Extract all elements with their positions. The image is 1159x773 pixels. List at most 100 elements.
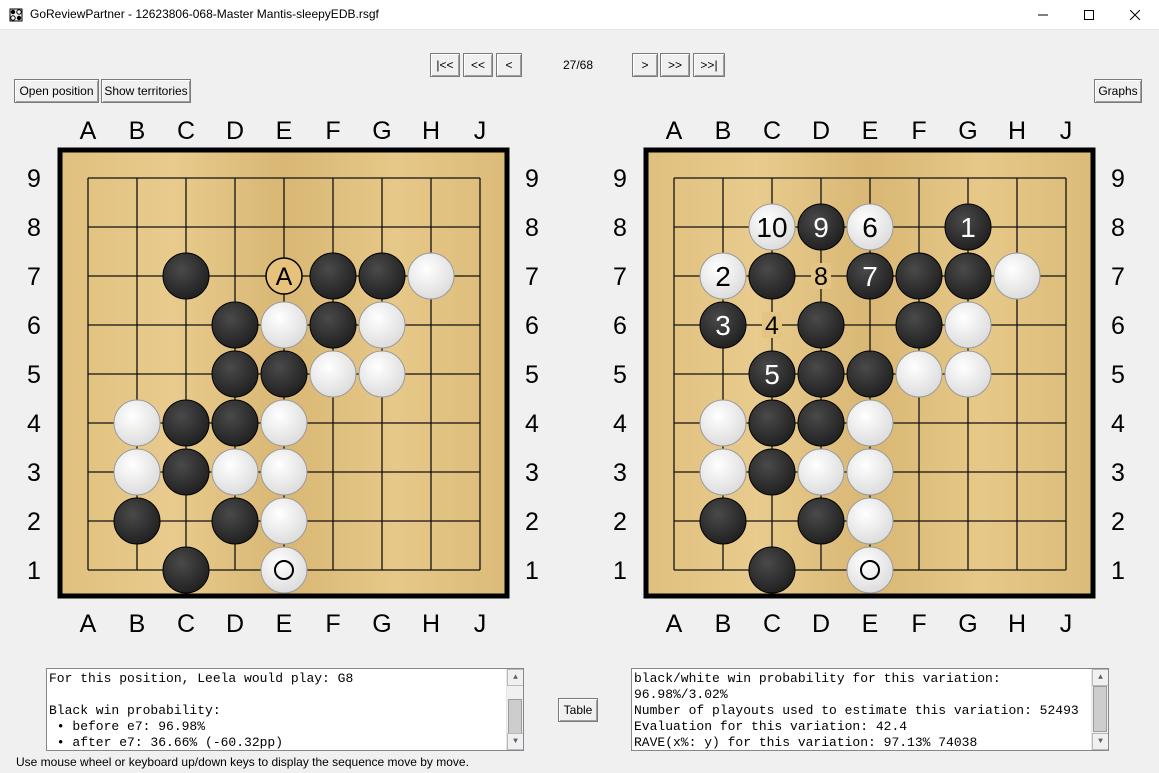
- column-label: D: [812, 117, 830, 145]
- column-label: A: [80, 117, 97, 145]
- row-label: 3: [27, 459, 41, 487]
- column-label: D: [226, 610, 244, 638]
- column-label: A: [666, 117, 683, 145]
- graphs-button[interactable]: Graphs: [1094, 79, 1142, 103]
- show-territories-button[interactable]: Show territories: [101, 79, 191, 103]
- white-stone: [260, 448, 308, 496]
- close-button[interactable]: [1112, 0, 1158, 30]
- row-label: 6: [1111, 312, 1125, 340]
- analysis-scrollbar[interactable]: ▲ ▼: [506, 669, 523, 750]
- table-button[interactable]: Table: [558, 698, 598, 722]
- game-board[interactable]: A A B B C C D D E E F F G G H H J J 9 9 8 8 7 7 6 6 5 5 4 4 3 3 2 2 1 1 A: [10, 105, 555, 645]
- row-label: 2: [525, 508, 539, 536]
- black-stone: [162, 399, 210, 447]
- variation-text: black/white win probability for this var…: [634, 671, 1090, 750]
- white-stone: [846, 546, 894, 594]
- move-number-label: 1: [960, 212, 976, 243]
- black-stone: [797, 497, 845, 545]
- first-move-button[interactable]: |<<: [430, 53, 460, 77]
- row-label: 5: [1111, 361, 1125, 389]
- white-stone: [358, 350, 406, 398]
- column-label: F: [325, 610, 340, 638]
- row-label: 4: [1111, 410, 1125, 438]
- scroll-thumb[interactable]: [508, 699, 522, 735]
- white-stone: [260, 301, 308, 349]
- row-label: 8: [1111, 214, 1125, 242]
- white-stone: [358, 301, 406, 349]
- move-number-label: 6: [862, 212, 878, 243]
- column-label: J: [474, 117, 487, 145]
- scroll-up-icon[interactable]: ▲: [1092, 669, 1108, 686]
- move-number-label: 7: [862, 261, 878, 292]
- close-icon: [1130, 10, 1140, 20]
- row-label: 1: [1111, 557, 1125, 585]
- black-stone: [260, 350, 308, 398]
- white-stone: [113, 399, 161, 447]
- back-fast-button[interactable]: <<: [463, 53, 493, 77]
- variation-scrollbar[interactable]: ▲ ▼: [1091, 669, 1108, 750]
- white-stone: [699, 399, 747, 447]
- move-counter: 27/68: [562, 58, 594, 72]
- maximize-icon: [1084, 10, 1094, 20]
- row-label: 5: [27, 361, 41, 389]
- row-label: 1: [27, 557, 41, 585]
- black-stone: [309, 252, 357, 300]
- variation-move-label: 8: [814, 263, 828, 291]
- column-label: B: [715, 610, 732, 638]
- text-line: Black win probability:: [49, 703, 221, 718]
- column-label: G: [372, 117, 391, 145]
- row-label: 6: [525, 312, 539, 340]
- open-position-button[interactable]: Open position: [14, 79, 99, 103]
- black-stone: [162, 252, 210, 300]
- scroll-thumb[interactable]: [1093, 686, 1107, 732]
- column-label: H: [1008, 610, 1026, 638]
- move-number-label: 5: [764, 359, 780, 390]
- text-line: • after e7: 36.66% (-60.32pp): [49, 735, 284, 750]
- column-label: H: [422, 610, 440, 638]
- column-label: E: [276, 610, 293, 638]
- column-label: C: [177, 610, 195, 638]
- scroll-down-icon[interactable]: ▼: [507, 733, 523, 750]
- row-label: 2: [1111, 508, 1125, 536]
- black-stone: [797, 350, 845, 398]
- column-label: C: [177, 117, 195, 145]
- row-label: 9: [525, 165, 539, 193]
- text-line: Number of playouts used to estimate this…: [634, 703, 1079, 718]
- column-label: E: [862, 117, 879, 145]
- variation-text-box[interactable]: black/white win probability for this var…: [631, 668, 1109, 751]
- row-label: 7: [525, 263, 539, 291]
- forward-fast-button[interactable]: >>: [660, 53, 690, 77]
- scroll-up-icon[interactable]: ▲: [507, 669, 523, 686]
- black-stone: [358, 252, 406, 300]
- move-number-label: 2: [715, 261, 731, 292]
- minimize-icon: [1038, 14, 1048, 16]
- white-stone: [895, 350, 943, 398]
- minimize-button[interactable]: [1020, 0, 1066, 30]
- column-label: B: [129, 117, 146, 145]
- column-label: B: [129, 610, 146, 638]
- row-label: 1: [613, 557, 627, 585]
- analysis-text-box[interactable]: For this position, Leela would play: G8 B…: [46, 668, 524, 751]
- app-icon: [9, 8, 23, 22]
- row-label: 7: [27, 263, 41, 291]
- last-move-button[interactable]: >>|: [693, 53, 725, 77]
- variation-move-label: 4: [765, 312, 779, 340]
- column-label: H: [1008, 117, 1026, 145]
- row-label: 6: [613, 312, 627, 340]
- prev-move-button[interactable]: <: [496, 53, 522, 77]
- black-stone: [895, 301, 943, 349]
- black-stone: [748, 546, 796, 594]
- row-label: 9: [27, 165, 41, 193]
- scroll-down-icon[interactable]: ▼: [1092, 733, 1108, 750]
- column-label: F: [911, 117, 926, 145]
- maximize-button[interactable]: [1066, 0, 1112, 30]
- row-label: 9: [613, 165, 627, 193]
- text-line: 96.98%/3.02%: [634, 687, 728, 702]
- black-stone: [748, 448, 796, 496]
- black-stone: [309, 301, 357, 349]
- column-label: H: [422, 117, 440, 145]
- black-stone: [797, 399, 845, 447]
- next-move-button[interactable]: >: [632, 53, 658, 77]
- text-line: For this position, Leela would play: G8: [49, 671, 354, 686]
- variation-board[interactable]: AABBCCDDEEFFGGHHJJ9 98 87 76 65 54 43 32 21 110 9 6…: [596, 105, 1141, 645]
